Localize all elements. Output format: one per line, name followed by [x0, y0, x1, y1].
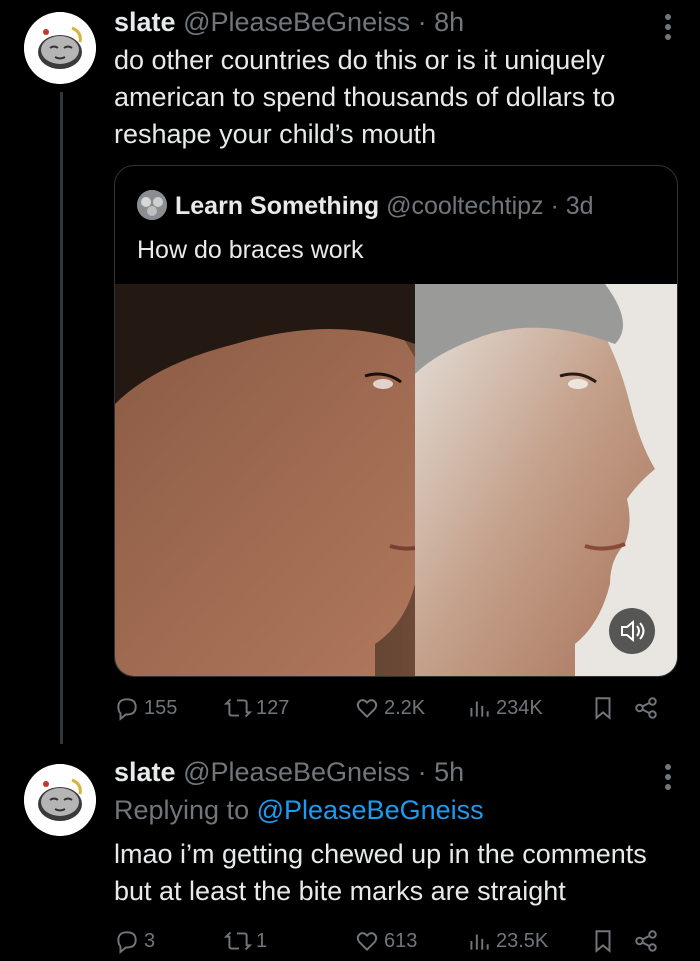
- like-button[interactable]: 613: [354, 925, 417, 957]
- share-icon: [635, 930, 657, 952]
- repost-button[interactable]: 127: [224, 692, 289, 724]
- replying-to-line: Replying to @PleaseBeGneiss: [114, 794, 484, 826]
- quote-header: Learn Something @cooltechtipz · 3d: [137, 190, 594, 221]
- share-button[interactable]: [632, 925, 664, 957]
- views-count: 23.5K: [496, 929, 549, 952]
- display-name[interactable]: slate: [114, 757, 176, 787]
- like-count: 613: [384, 929, 418, 952]
- bookmark-icon: [595, 930, 611, 953]
- quote-avatar[interactable]: [137, 190, 167, 220]
- tweet-actions: 155 127 2.2K 234K: [114, 692, 674, 724]
- replying-to-link[interactable]: @PleaseBeGneiss: [257, 795, 484, 825]
- share-button[interactable]: [632, 692, 664, 724]
- tweet-reply[interactable]: slate @PleaseBeGneiss · 5h Replying to @…: [0, 750, 700, 961]
- views-icon: [470, 934, 489, 950]
- views-button[interactable]: 234K: [466, 692, 543, 724]
- reply-icon: [117, 698, 137, 721]
- tweet-text: lmao i’m getting chewed up in the commen…: [114, 839, 647, 906]
- speaker-icon[interactable]: [609, 608, 655, 654]
- like-count: 2.2K: [384, 696, 426, 719]
- quoted-tweet[interactable]: Learn Something @cooltechtipz · 3d How d…: [114, 165, 678, 677]
- quote-separator-dot: ·: [550, 192, 559, 220]
- timestamp[interactable]: 5h: [434, 757, 464, 787]
- heart-icon: [356, 932, 378, 952]
- user-handle[interactable]: @PleaseBeGneiss: [183, 757, 410, 787]
- tweet-header: slate @PleaseBeGneiss · 8h: [114, 6, 464, 38]
- more-icon[interactable]: [664, 14, 672, 44]
- repost-button[interactable]: 1: [224, 925, 267, 957]
- views-count: 234K: [496, 696, 543, 719]
- separator-dot: ·: [417, 7, 427, 37]
- repost-count: 1: [256, 929, 268, 952]
- reply-count: 3: [144, 929, 156, 952]
- views-icon: [470, 701, 489, 717]
- bookmark-button[interactable]: [590, 925, 620, 957]
- display-name[interactable]: slate: [114, 7, 176, 37]
- tweet-actions: 3 1 613 23.5K: [114, 925, 674, 957]
- views-button[interactable]: 23.5K: [466, 925, 548, 957]
- quote-display-name[interactable]: Learn Something: [175, 192, 379, 220]
- timestamp[interactable]: 8h: [434, 7, 464, 37]
- heart-icon: [356, 699, 378, 719]
- bookmark-button[interactable]: [590, 692, 620, 724]
- reply-icon: [117, 931, 137, 954]
- tweet-header: slate @PleaseBeGneiss · 5h: [114, 756, 464, 788]
- quote-user-handle[interactable]: @cooltechtipz: [386, 192, 543, 220]
- quote-text: How do braces work: [137, 236, 364, 264]
- like-button[interactable]: 2.2K: [354, 692, 425, 724]
- avatar[interactable]: [24, 12, 96, 84]
- repost-icon: [224, 698, 252, 718]
- repost-icon: [224, 931, 252, 951]
- tweet-original[interactable]: slate @PleaseBeGneiss · 8h do other coun…: [0, 0, 700, 740]
- avatar[interactable]: [24, 764, 96, 836]
- repost-count: 127: [256, 696, 290, 719]
- user-handle[interactable]: @PleaseBeGneiss: [183, 7, 410, 37]
- reply-count: 155: [144, 696, 178, 719]
- share-icon: [635, 697, 657, 719]
- separator-dot: ·: [417, 757, 427, 787]
- video-thumbnail[interactable]: [115, 284, 677, 676]
- reply-button[interactable]: 3: [114, 925, 155, 957]
- tweet-text: do other countries do this or is it uniq…: [114, 45, 616, 149]
- more-icon[interactable]: [664, 764, 672, 794]
- reply-button[interactable]: 155: [114, 692, 177, 724]
- bookmark-icon: [595, 697, 611, 720]
- replying-to-label: Replying to: [114, 795, 257, 825]
- quote-timestamp: 3d: [565, 192, 594, 220]
